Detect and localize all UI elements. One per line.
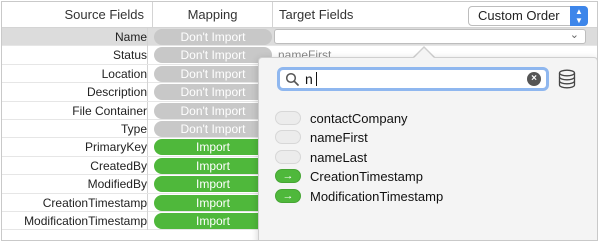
field-label: nameFirst	[310, 130, 368, 146]
target-fields-header[interactable]: Target Fields	[272, 2, 452, 28]
field-label: nameLast	[310, 149, 368, 165]
field-label: contactCompany	[310, 111, 408, 126]
mapping-toggle[interactable]: Import	[154, 157, 272, 174]
arrow-right-icon: →	[275, 188, 301, 203]
mapping-indicator	[275, 130, 301, 145]
popover-arrow-fill	[414, 48, 434, 58]
order-select-value: Custom Order	[478, 8, 560, 23]
text-caret	[316, 72, 317, 86]
source-field-name: Status	[2, 46, 148, 65]
source-field-name: Location	[2, 64, 148, 83]
arrow-right-icon: →	[275, 169, 301, 184]
field-label: CreationTimestamp	[310, 169, 423, 185]
field-row[interactable]: Name Don't Import ⌄	[2, 28, 597, 47]
mapping-toggle[interactable]: Import	[154, 176, 272, 193]
column-header: Source Fields Mapping Target Fields Cust…	[2, 2, 597, 28]
magnifier-icon	[285, 72, 299, 86]
source-fields-header[interactable]: Source Fields	[2, 2, 150, 28]
source-field-name: PrimaryKey	[2, 138, 148, 157]
mapping-toggle[interactable]: Don't Import	[154, 120, 272, 137]
mapping-indicator	[275, 149, 301, 164]
order-select[interactable]: Custom Order ▲ ▼	[468, 6, 588, 26]
source-field-name: Name	[2, 28, 148, 46]
field-search-input[interactable]: n ×	[277, 67, 549, 91]
source-field-name: ModificationTimestamp	[2, 211, 148, 230]
search-query: n	[305, 71, 313, 87]
source-field-name: CreationTimestamp	[2, 193, 148, 212]
field-label: ModificationTimestamp	[310, 188, 444, 204]
mapping-header[interactable]: Mapping	[152, 2, 272, 28]
mapping-toggle[interactable]: Import	[154, 212, 272, 229]
source-field-name: CreatedBy	[2, 156, 148, 175]
mapping-toggle[interactable]: Import	[154, 194, 272, 211]
source-field-name: Description	[2, 83, 148, 102]
source-field-name: File Container	[2, 101, 148, 120]
mapping-indicator	[275, 111, 301, 125]
source-field-name: Type	[2, 119, 148, 138]
chevron-down-icon: ⌄	[569, 29, 579, 41]
mapping-toggle[interactable]: Don't Import	[154, 47, 272, 64]
target-field-popover: n × contactCompany nameFirst nameLast → …	[258, 57, 597, 240]
target-field-combobox[interactable]: ⌄	[274, 29, 586, 44]
database-icon[interactable]	[558, 69, 576, 89]
mapping-toggle[interactable]: Import	[154, 139, 272, 156]
mapping-toggle[interactable]: Don't Import	[154, 102, 272, 119]
mapping-toggle[interactable]: Don't Import	[154, 84, 272, 101]
mapping-toggle[interactable]: Don't Import	[154, 29, 272, 45]
mapping-toggle[interactable]: Don't Import	[154, 65, 272, 82]
clear-x-icon[interactable]: ×	[527, 72, 541, 86]
up-down-arrows-icon: ▲ ▼	[570, 6, 588, 26]
source-field-name: ModifiedBy	[2, 175, 148, 194]
import-field-mapping-window: Source Fields Mapping Target Fields Cust…	[1, 1, 598, 241]
